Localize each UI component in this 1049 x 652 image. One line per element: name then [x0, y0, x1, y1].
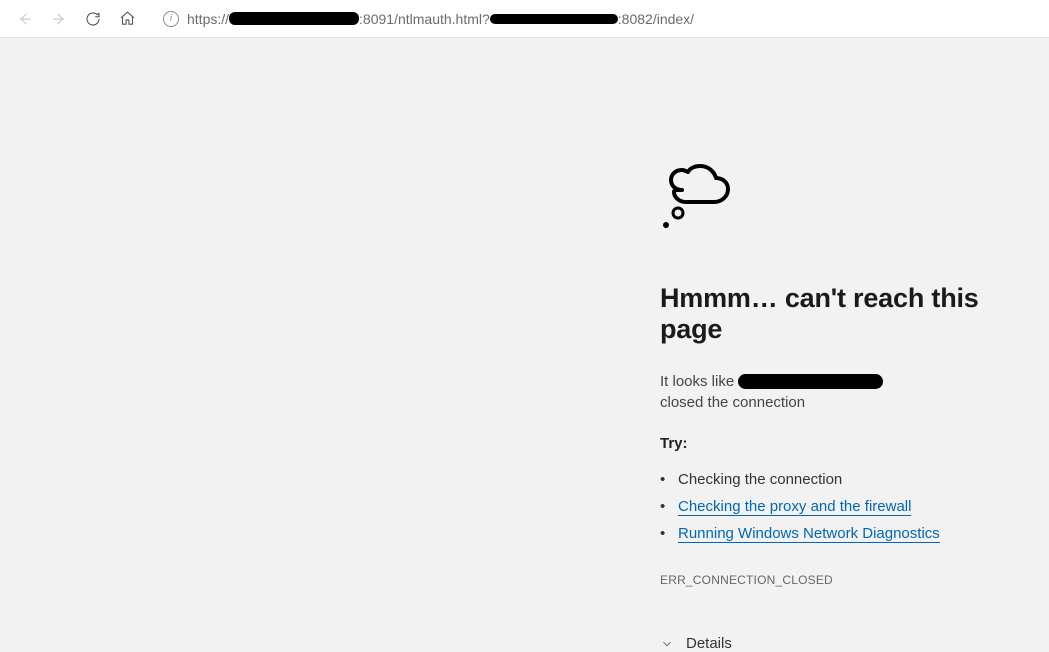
arrow-left-icon — [16, 10, 34, 28]
network-diagnostics-link[interactable]: Running Windows Network Diagnostics — [678, 525, 940, 543]
browser-toolbar: i https:// :8091/ntlmauth.html? :8082/in… — [0, 0, 1049, 38]
page-content: Hmmm… can't reach this page It looks lik… — [0, 38, 1049, 628]
forward-button[interactable] — [42, 2, 76, 36]
refresh-icon — [84, 10, 102, 28]
home-button[interactable] — [110, 2, 144, 36]
try-label: Try: — [660, 435, 1030, 452]
address-bar[interactable]: i https:// :8091/ntlmauth.html? :8082/in… — [154, 4, 1041, 34]
thought-cloud-icon — [660, 163, 732, 233]
try-list: Checking the connection Checking the pro… — [660, 466, 1030, 547]
redacted-segment — [229, 12, 359, 25]
back-button[interactable] — [8, 2, 42, 36]
try-check-connection: Checking the connection — [678, 471, 842, 488]
site-info-icon[interactable]: i — [163, 11, 179, 27]
url-text: https:// :8091/ntlmauth.html? :8082/inde… — [187, 11, 694, 27]
redacted-host — [738, 374, 883, 389]
arrow-right-icon — [50, 10, 68, 28]
home-icon — [119, 10, 136, 27]
redacted-segment — [490, 14, 618, 24]
error-panel: Hmmm… can't reach this page It looks lik… — [660, 163, 1030, 652]
error-code: ERR_CONNECTION_CLOSED — [660, 573, 1030, 587]
error-title: Hmmm… can't reach this page — [660, 283, 1030, 345]
list-item: Running Windows Network Diagnostics — [660, 520, 1030, 547]
error-description: It looks like closed the connection — [660, 373, 1030, 411]
chevron-down-icon — [660, 637, 674, 651]
details-label: Details — [686, 635, 732, 652]
list-item: Checking the proxy and the firewall — [660, 493, 1030, 520]
details-toggle[interactable]: Details — [660, 635, 1030, 652]
list-item: Checking the connection — [660, 466, 1030, 493]
proxy-firewall-link[interactable]: Checking the proxy and the firewall — [678, 498, 911, 516]
refresh-button[interactable] — [76, 2, 110, 36]
